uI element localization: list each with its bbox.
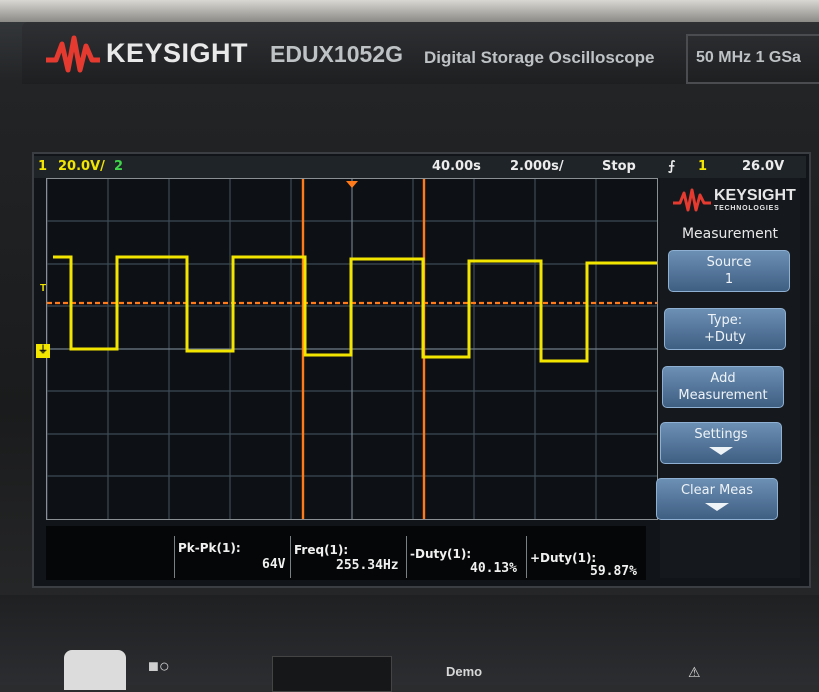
trigger-level-marker[interactable]: T xyxy=(36,282,50,296)
keysight-wave-logo-icon xyxy=(673,188,711,212)
meas-divider xyxy=(290,536,291,578)
ch1-ground-marker[interactable]: ⏚ xyxy=(36,344,50,358)
add-label: Add xyxy=(710,371,736,386)
device-spec: 50 MHz 1 GSa xyxy=(696,49,801,66)
measurement-name: Pk-Pk(1): xyxy=(178,541,241,555)
clear-label: Clear Meas xyxy=(680,483,754,498)
down-arrow-icon xyxy=(705,503,729,511)
time-offset[interactable]: 40.00s xyxy=(432,159,481,174)
ch1-scale[interactable]: 20.0V/ xyxy=(58,159,105,174)
trigger-level[interactable]: 26.0V xyxy=(742,159,784,174)
waveform-display xyxy=(47,179,657,519)
source-softkey[interactable]: Source 1 xyxy=(668,250,790,292)
meas-divider xyxy=(526,536,527,578)
status-bar: 1 20.0V/ 2 40.00s 2.000s/ Stop ⨍ 1 26.0V xyxy=(34,156,806,178)
measurement-value: 64V xyxy=(262,557,286,572)
softkey-menu-title: Measurement xyxy=(681,226,779,242)
measurement-neg-duty[interactable]: -Duty(1): 40.13% xyxy=(410,547,524,581)
trigger-channel[interactable]: 1 xyxy=(698,159,707,174)
measurement-name: +Duty(1): xyxy=(530,551,597,565)
ch1-number[interactable]: 1 xyxy=(38,159,47,174)
measurement-name: -Duty(1): xyxy=(410,547,472,561)
measurement-pos-duty[interactable]: +Duty(1): 59.87% xyxy=(530,551,644,581)
model-number: EDUX1052G xyxy=(270,41,403,67)
run-state[interactable]: Stop xyxy=(602,159,636,174)
settings-softkey[interactable]: Settings xyxy=(660,422,782,464)
measurement-value: 255.34Hz xyxy=(336,558,399,573)
type-softkey[interactable]: Type: +Duty xyxy=(664,308,786,350)
warning-icon: ⚠ xyxy=(688,664,701,680)
device-description: Digital Storage Oscilloscope xyxy=(424,48,655,67)
add-measurement-softkey[interactable]: Add Measurement xyxy=(662,366,784,408)
down-arrow-icon xyxy=(709,447,733,455)
front-button[interactable] xyxy=(64,650,126,690)
type-value: +Duty xyxy=(704,330,746,345)
time-scale[interactable]: 2.000s/ xyxy=(510,159,564,174)
measurement-name: Freq(1): xyxy=(294,543,349,557)
ch2-number[interactable]: 2 xyxy=(114,159,123,174)
type-label: Type: xyxy=(707,313,743,328)
add-label-2: Measurement xyxy=(678,388,768,403)
waveform-graticule xyxy=(46,178,658,520)
settings-label: Settings xyxy=(694,427,748,442)
trigger-icon: ⨍ xyxy=(668,159,676,174)
meas-divider xyxy=(406,536,407,578)
source-value: 1 xyxy=(724,272,734,287)
source-label: Source xyxy=(706,255,752,270)
brand-name: KEYSIGHT xyxy=(106,38,249,68)
measurement-value: 40.13% xyxy=(470,561,517,576)
clear-meas-softkey[interactable]: Clear Meas xyxy=(656,478,778,520)
demo-label: Demo xyxy=(446,664,483,679)
softkey-brand: KEYSIGHT xyxy=(714,187,796,204)
measurement-value: 59.87% xyxy=(590,564,637,579)
demo-button[interactable] xyxy=(272,656,392,692)
power-icon[interactable]: ■○ xyxy=(148,656,170,677)
top-edge xyxy=(0,0,819,22)
keysight-wave-logo-icon xyxy=(46,35,100,73)
meas-divider xyxy=(174,536,175,578)
softkey-brand-sub: TECHNOLOGIES xyxy=(714,205,780,212)
measurement-pkpk[interactable]: Pk-Pk(1): 64V xyxy=(178,541,288,575)
measurement-freq[interactable]: Freq(1): 255.34Hz xyxy=(294,543,404,577)
